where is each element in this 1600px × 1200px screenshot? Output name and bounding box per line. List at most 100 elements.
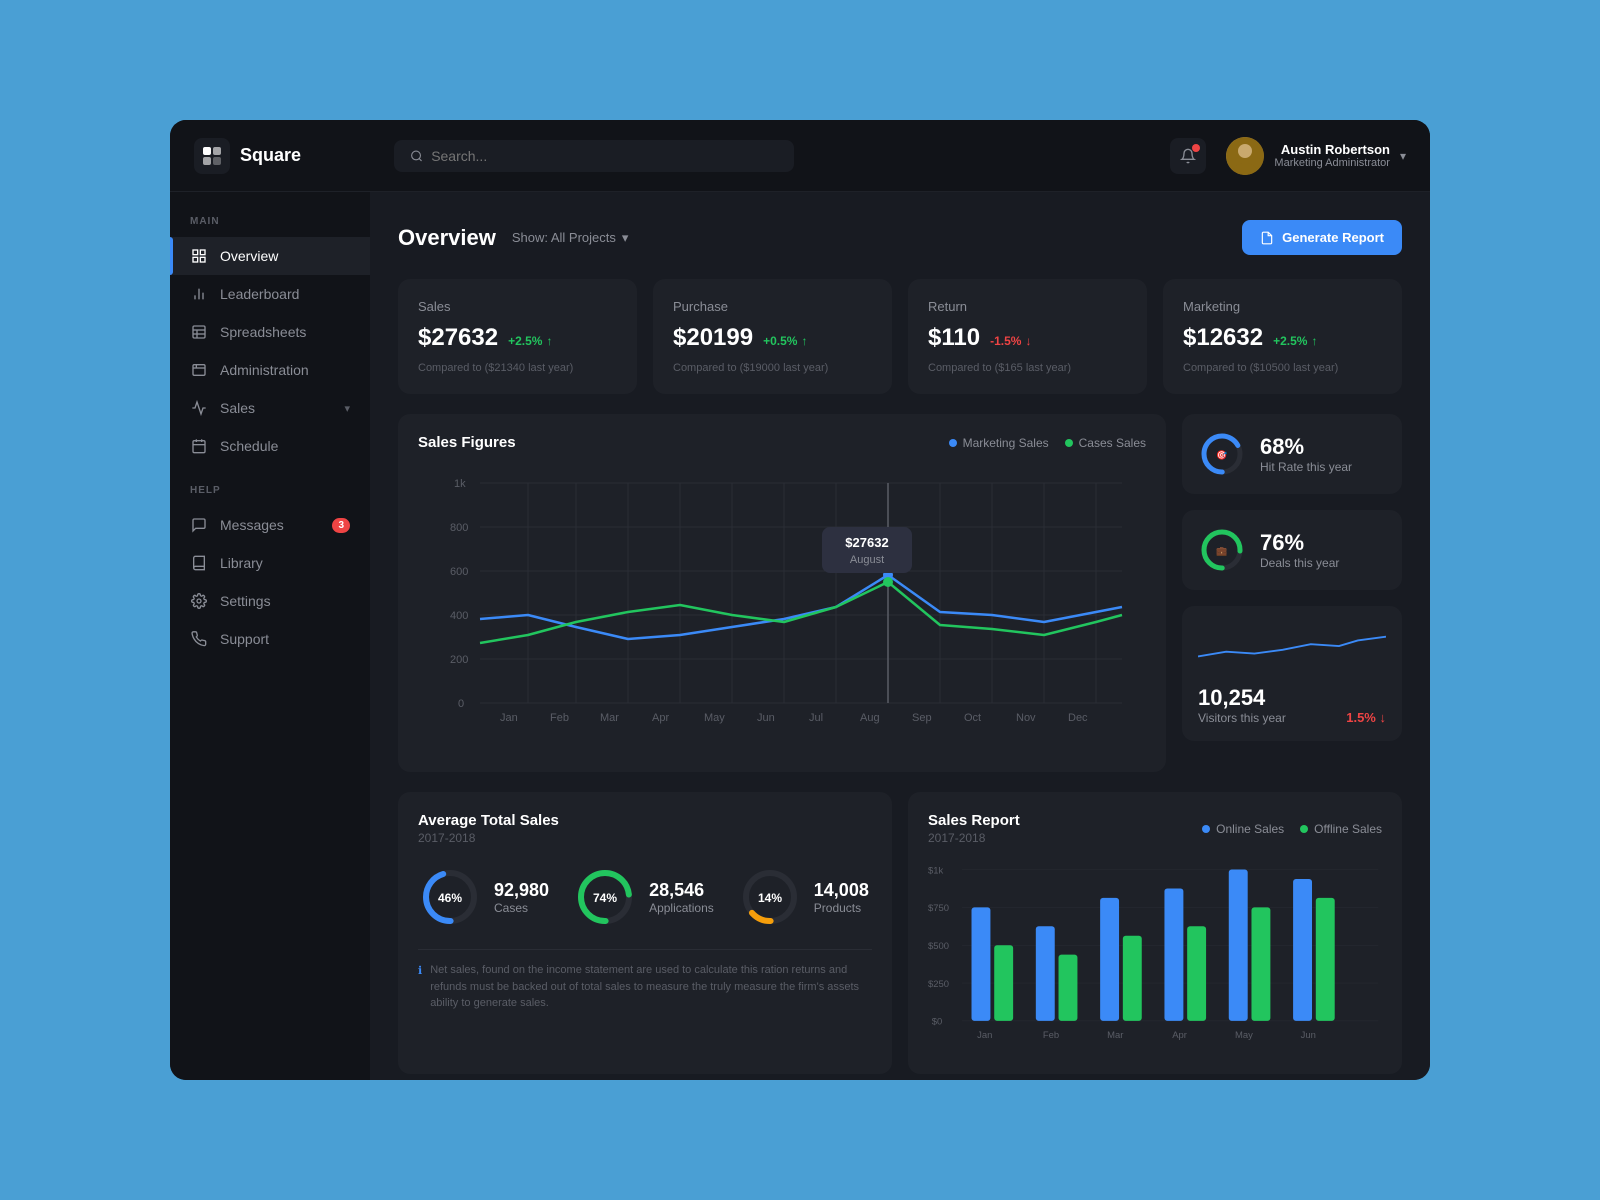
svg-text:August: August — [850, 554, 884, 566]
legend-dot-cases — [1065, 439, 1073, 447]
svg-text:Feb: Feb — [550, 712, 569, 724]
svg-text:May: May — [1235, 1030, 1253, 1041]
sidebar-item-label: Leaderboard — [220, 286, 350, 302]
svg-text:May: May — [704, 712, 725, 724]
svg-text:Jan: Jan — [977, 1030, 992, 1041]
search-input[interactable] — [431, 148, 778, 164]
bar-chart-icon — [190, 285, 208, 303]
stat-compare: Compared to ($19000 last year) — [673, 362, 872, 374]
svg-text:$250: $250 — [928, 979, 949, 990]
info-note: ℹ Net sales, found on the income stateme… — [418, 949, 872, 1012]
svg-text:14%: 14% — [758, 891, 782, 905]
chevron-down-icon: ▾ — [344, 402, 350, 415]
stat-label: Return — [928, 299, 1127, 314]
content-title-area: Overview Show: All Projects ▾ — [398, 225, 628, 251]
donut-cases: 46% 92,980 Cases — [418, 865, 549, 929]
stat-change: +0.5% ↑ — [763, 334, 807, 348]
info-icon: ℹ — [418, 963, 422, 980]
stat-label: Sales — [418, 299, 617, 314]
notification-button[interactable] — [1170, 138, 1206, 174]
page-title: Overview — [398, 225, 496, 251]
search-bar[interactable] — [394, 140, 794, 172]
report-icon — [1260, 231, 1274, 245]
sidebar: MAIN Overview Leaderboard — [170, 192, 370, 1080]
sidebar-item-label: Overview — [220, 248, 350, 264]
right-cards: 🎯 68% Hit Rate this year — [1182, 414, 1402, 772]
admin-icon — [190, 361, 208, 379]
svg-text:200: 200 — [450, 654, 468, 666]
svg-text:Jan: Jan — [500, 712, 518, 724]
svg-text:400: 400 — [450, 610, 468, 622]
user-area[interactable]: Austin Robertson Marketing Administrator… — [1226, 137, 1406, 175]
chevron-down-icon: ▾ — [1400, 149, 1406, 163]
sidebar-item-spreadsheets[interactable]: Spreadsheets — [170, 313, 370, 351]
stat-compare: Compared to ($165 last year) — [928, 362, 1127, 374]
sidebar-item-messages[interactable]: Messages 3 — [170, 506, 370, 544]
show-filter-dropdown[interactable]: Show: All Projects ▾ — [512, 230, 629, 246]
visitors-change: 1.5% ↓ — [1346, 710, 1386, 725]
filter-chevron-icon: ▾ — [622, 230, 629, 246]
svg-text:0: 0 — [458, 698, 464, 710]
bottom-section: Average Total Sales 2017-2018 46% 92,980 — [398, 792, 1402, 1074]
sidebar-item-support[interactable]: Support — [170, 620, 370, 658]
svg-text:Apr: Apr — [652, 712, 669, 724]
main-layout: MAIN Overview Leaderboard — [170, 192, 1430, 1080]
hit-rate-donut: 🎯 — [1198, 430, 1246, 478]
grid-icon — [190, 247, 208, 265]
products-value: 14,008 — [814, 880, 869, 901]
svg-text:Jun: Jun — [1301, 1030, 1316, 1041]
stat-card-sales: Sales $27632 +2.5% ↑ Compared to ($21340… — [398, 279, 637, 394]
visitors-card: 10,254 Visitors this year 1.5% ↓ — [1182, 606, 1402, 741]
stat-label: Purchase — [673, 299, 872, 314]
stat-value: $20199 — [673, 324, 753, 352]
sidebar-item-overview[interactable]: Overview — [170, 237, 370, 275]
sidebar-item-library[interactable]: Library — [170, 544, 370, 582]
legend-offline: Offline Sales — [1300, 822, 1382, 836]
sales-figures-card: Sales Figures Marketing Sales Cases Sale… — [398, 414, 1166, 772]
deals-value: 76% — [1260, 530, 1339, 556]
user-name: Austin Robertson — [1274, 142, 1390, 157]
sidebar-item-label: Messages — [220, 517, 320, 533]
hit-rate-info: 68% Hit Rate this year — [1260, 434, 1352, 474]
donut-products-chart: 14% — [738, 865, 802, 929]
sidebar-item-administration[interactable]: Administration — [170, 351, 370, 389]
topbar: Square — [170, 120, 1430, 192]
svg-text:💼: 💼 — [1216, 546, 1227, 556]
stat-value: $110 — [928, 324, 980, 352]
generate-report-button[interactable]: Generate Report — [1242, 220, 1402, 255]
legend-online: Online Sales — [1202, 822, 1284, 836]
middle-section: Sales Figures Marketing Sales Cases Sale… — [398, 414, 1402, 772]
stat-compare: Compared to ($21340 last year) — [418, 362, 617, 374]
stat-compare: Compared to ($10500 last year) — [1183, 362, 1382, 374]
svg-text:46%: 46% — [438, 891, 462, 905]
svg-text:Jun: Jun — [757, 712, 775, 724]
svg-text:Oct: Oct — [964, 712, 981, 724]
sales-report-legend: Online Sales Offline Sales — [1202, 822, 1382, 836]
app-window: Square — [170, 120, 1430, 1080]
logo-text: Square — [240, 145, 301, 166]
table-icon — [190, 323, 208, 341]
donut-applications-chart: 74% — [573, 865, 637, 929]
sidebar-item-label: Sales — [220, 400, 332, 416]
sidebar-item-sales[interactable]: Sales ▾ — [170, 389, 370, 427]
logo-area: Square — [194, 138, 394, 174]
stats-row: Sales $27632 +2.5% ↑ Compared to ($21340… — [398, 279, 1402, 394]
sidebar-item-label: Support — [220, 631, 350, 647]
user-role: Marketing Administrator — [1274, 157, 1390, 169]
svg-text:Mar: Mar — [600, 712, 619, 724]
deals-label: Deals this year — [1260, 556, 1339, 570]
svg-text:$750: $750 — [928, 903, 949, 914]
gear-icon — [190, 592, 208, 610]
deals-card: 💼 76% Deals this year — [1182, 510, 1402, 590]
visitors-value-row: 10,254 Visitors this year 1.5% ↓ — [1198, 685, 1386, 725]
legend-label: Cases Sales — [1079, 436, 1146, 450]
legend-cases: Cases Sales — [1065, 436, 1146, 450]
sidebar-item-settings[interactable]: Settings — [170, 582, 370, 620]
sales-report-chart-svg: $1k $750 $500 $250 $0 — [928, 849, 1382, 1049]
chart-legend: Marketing Sales Cases Sales — [949, 436, 1146, 450]
sidebar-section-help: HELP — [170, 485, 370, 506]
sidebar-item-leaderboard[interactable]: Leaderboard — [170, 275, 370, 313]
search-icon — [410, 149, 423, 163]
sidebar-item-schedule[interactable]: Schedule — [170, 427, 370, 465]
visitors-sparkline — [1198, 622, 1386, 672]
